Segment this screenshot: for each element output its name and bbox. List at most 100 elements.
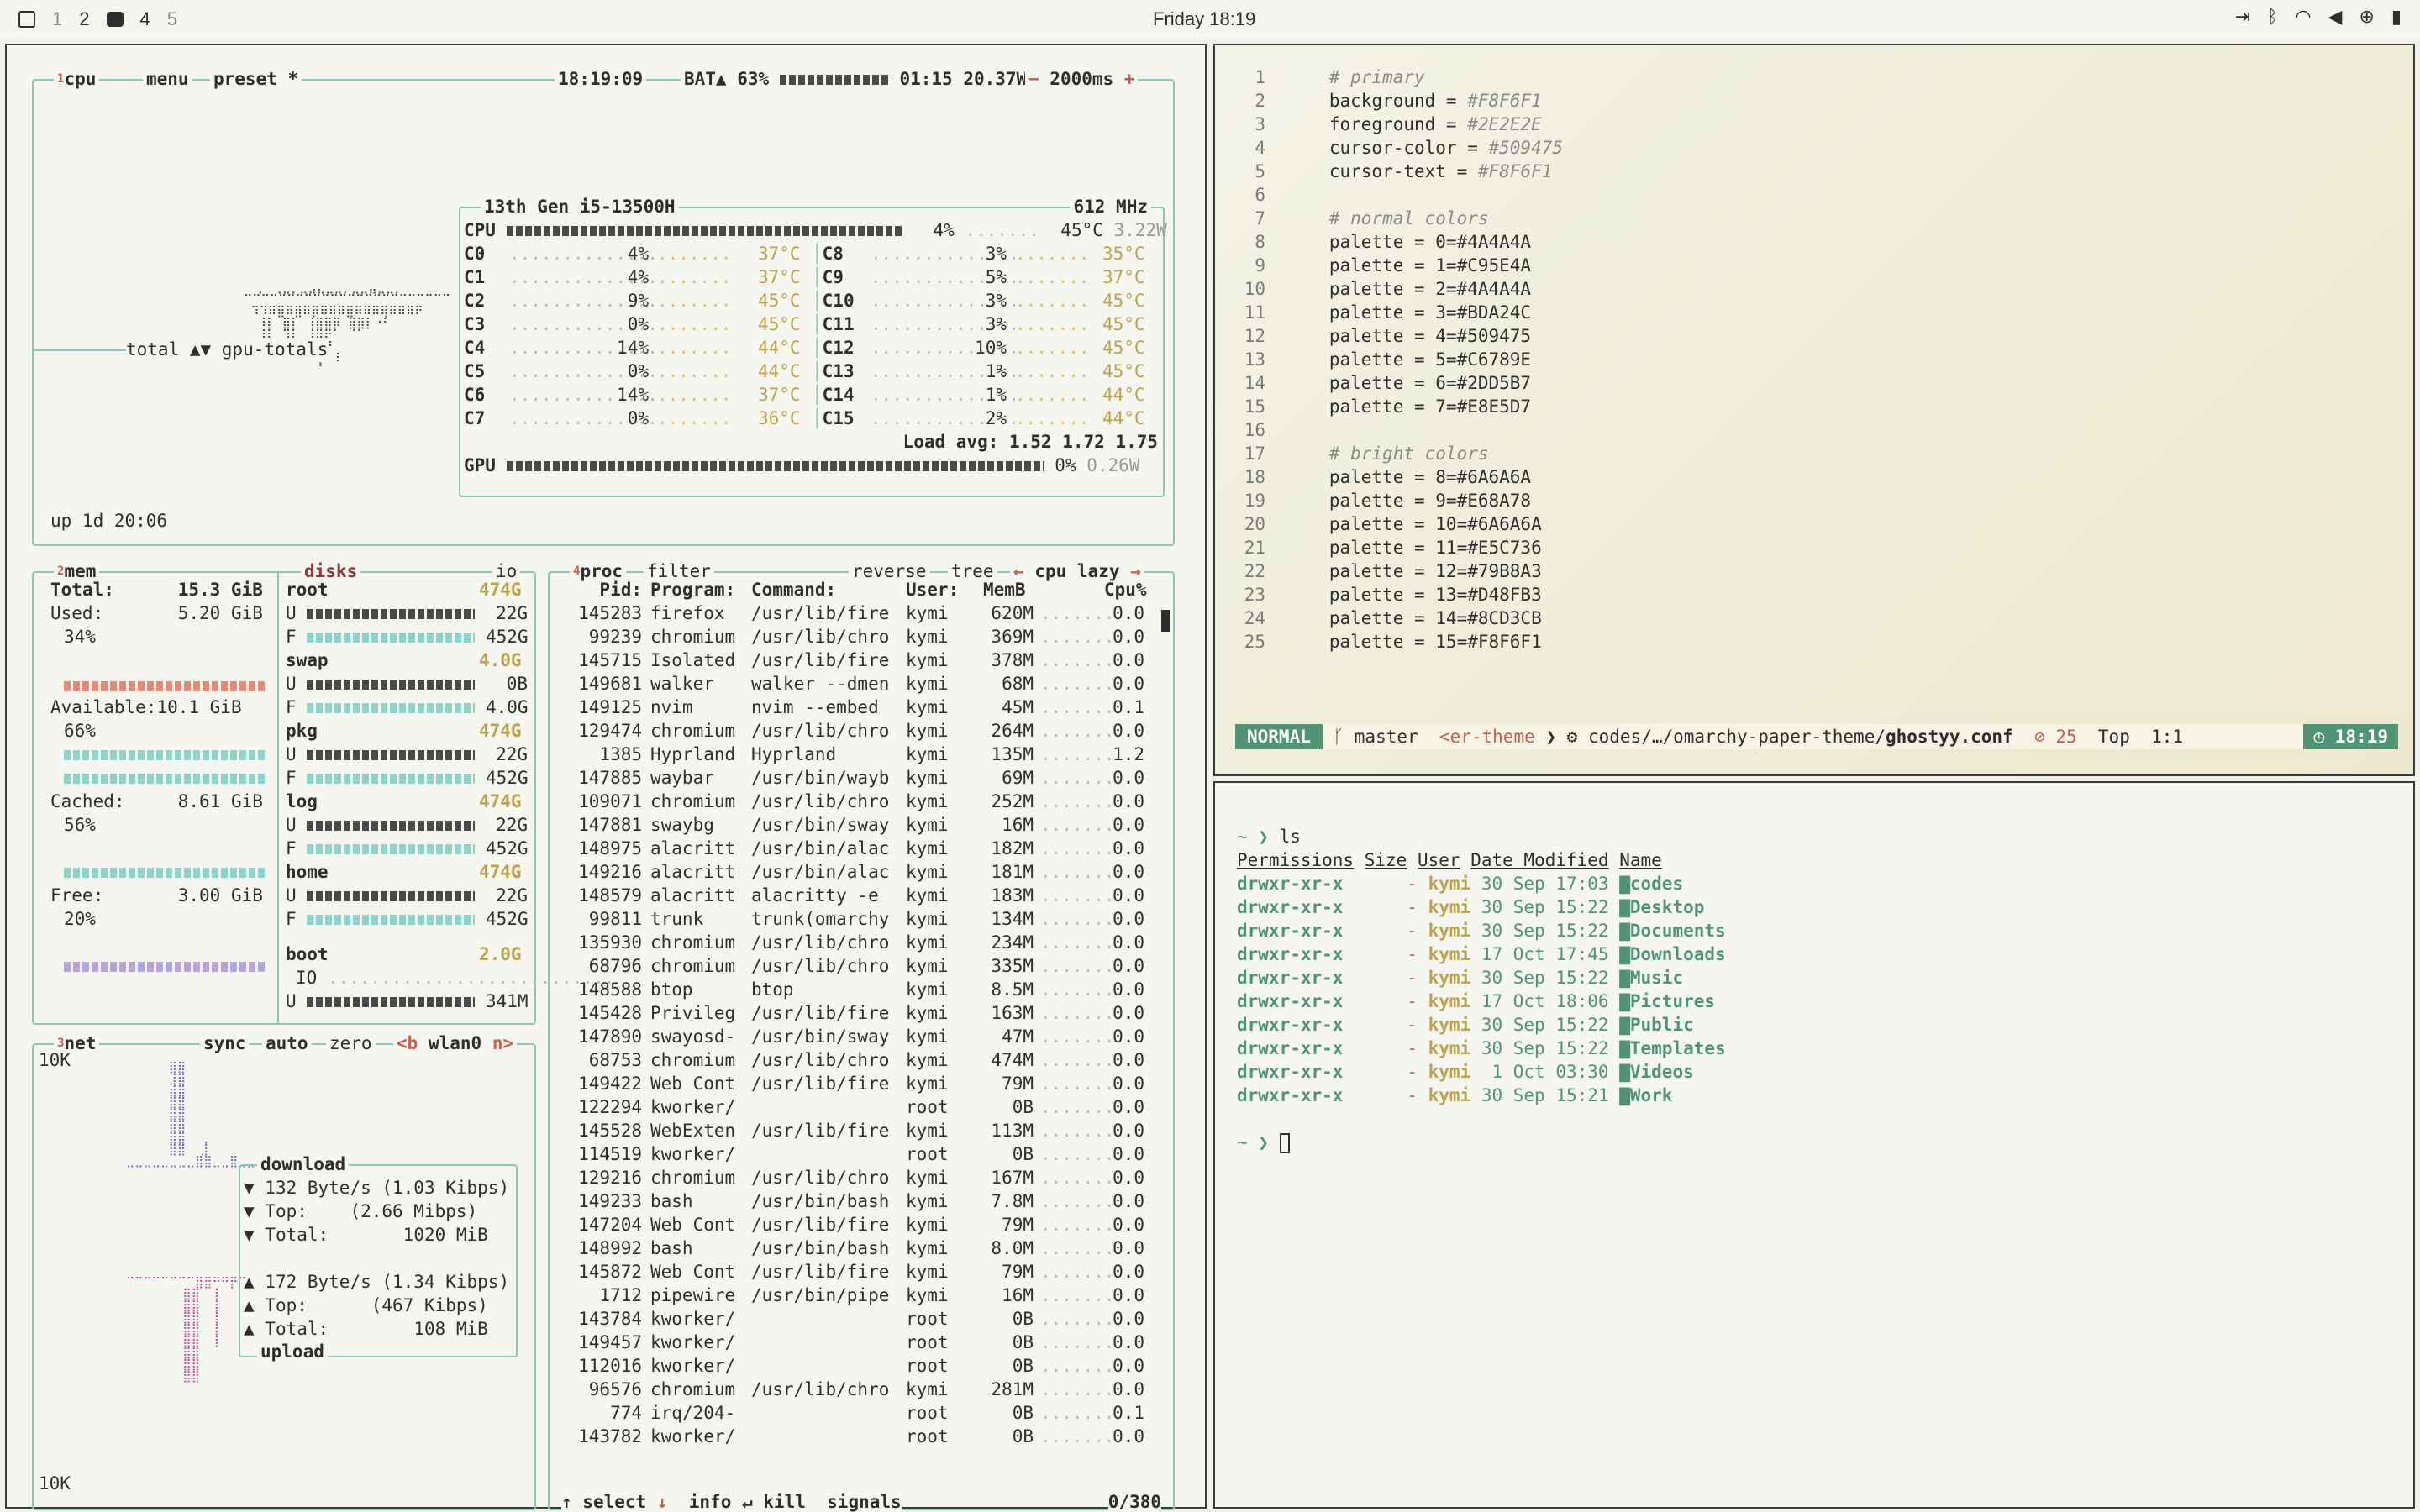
bar-clock[interactable]: Friday 18:19 <box>1153 8 1255 30</box>
cpu-core-row: │C12.............. 10%....... 45°C <box>812 338 1145 358</box>
editor-line: 20 palette = 10=#6A6A6A <box>1244 514 1542 534</box>
cpu-core-row: │C9.............. 5%....... 37°C <box>812 267 1145 287</box>
editor-line: 21 palette = 11=#E5C736 <box>1244 538 1542 558</box>
net-stats-box: download ▼ 132 Byte/s (1.03 Kibps) ▼ Top… <box>239 1153 518 1362</box>
gear-icon: ⚙ <box>1566 727 1578 747</box>
graph-baseline <box>34 349 126 351</box>
mem-cached-pct: 56% <box>64 815 96 835</box>
editor-line: 12 palette = 4=#509475 <box>1244 326 1532 346</box>
workspace-5[interactable]: 5 <box>167 8 177 30</box>
editor-line: 22 palette = 12=#79B8A3 <box>1244 561 1542 581</box>
menu-button[interactable]: menu <box>143 68 192 90</box>
cpu-core-row: C6.............. 14%....... 37°C <box>464 385 801 405</box>
ls-row: drwxr-xr-x - kymi 17 Oct 18:06 ▇Pictures <box>1237 991 1716 1011</box>
branch-suffix: <er-theme <box>1439 727 1535 747</box>
cpu-core-row: C7.............. 0%....... 36°C <box>464 408 801 428</box>
workspace-4[interactable]: 4 <box>140 8 150 30</box>
ls-header: Permissions Size User Date Modified Name <box>1237 850 1662 870</box>
editor-line: 24 palette = 14=#8CD3CB <box>1244 608 1542 628</box>
net-zero-toggle[interactable]: zero <box>326 1032 376 1054</box>
mem-box: 2mem disks io Total: 15.3 GiB Used: 5.20… <box>32 560 614 1025</box>
proc-scrollbar[interactable] <box>1161 610 1170 632</box>
net-auto-toggle[interactable]: auto <box>262 1032 312 1054</box>
download-rate: ▼ 132 Byte/s (1.03 Kibps) <box>244 1178 510 1198</box>
editor-line: 14 palette = 6=#2DD5B7 <box>1244 373 1532 393</box>
disk-used: U 22G <box>286 885 528 906</box>
editor-line: 7 # normal colors <box>1255 208 1489 228</box>
download-total: ▼ Total: 1020 MiB <box>244 1225 488 1245</box>
battery-status: BAT▲ 63% 01:15 20.37W <box>681 68 1031 90</box>
battery-icon[interactable]: ▮ <box>2391 7 2402 28</box>
mem-free-meter <box>64 954 266 978</box>
mem-available-meter-2 <box>64 766 266 790</box>
info-button[interactable]: info <box>689 1492 732 1512</box>
app-launcher-icon[interactable] <box>18 11 35 28</box>
mem-free-pct: 20% <box>64 909 96 929</box>
kill-button[interactable]: kill <box>763 1492 806 1512</box>
editor-line: 6 <box>1255 185 1265 205</box>
select-button[interactable]: ↑ select ↓ <box>561 1492 667 1512</box>
cpu-core-row: │C8.............. 3%....... 35°C <box>812 244 1145 264</box>
graph-label: total ▲▼ gpu-totals <box>126 338 329 361</box>
editor-line: 18 palette = 8=#6A6A6A <box>1244 467 1532 487</box>
wifi-icon[interactable]: ◠ <box>2295 7 2311 28</box>
ls-row: drwxr-xr-x - kymi 30 Sep 17:03 ▇codes <box>1237 874 1684 894</box>
cpu-core-row: C4.............. 14%....... 44°C <box>464 338 801 358</box>
disk-name: home 474G <box>286 862 522 882</box>
nvim-statusline: NORMAL ᚴ master <er-theme ❯ ⚙ codes/…/om… <box>1235 724 2398 749</box>
folder-icon: ▇ <box>1619 1038 1630 1058</box>
logout-icon[interactable]: ⇥ <box>2235 7 2250 28</box>
net-sync-toggle[interactable]: sync <box>200 1032 250 1054</box>
editor-line: 3 foreground = #2E2E2E <box>1255 114 1542 134</box>
cpu-box: 1cpu menu preset * 18:19:09 BAT▲ 63% 01:… <box>32 68 1175 546</box>
net-interface[interactable]: <b wlan0 n> <box>393 1032 518 1054</box>
mem-available-pct: 66% <box>64 721 96 741</box>
cpu-graph: ⡀ ⢀⣀⡀⣀⣠⣄⣀⣀⡀⣀⣀⣤⣀⣀⡀ ⠉⠉⠉⠉⠉⠉⠉⠉⠉⠉⠉⠉⠉⠉⠉⠉⠉⠉⠉⠉⠉⠉… <box>244 281 451 377</box>
cpu-box-title[interactable]: 1cpu <box>54 68 100 90</box>
net-scale-bottom: 10K <box>39 1473 71 1494</box>
mem-cached-meter <box>64 860 266 884</box>
editor-line: 1 # primary <box>1255 67 1425 87</box>
disk-name: log 474G <box>286 791 522 811</box>
cpu-core-row: │C11.............. 3%....... 45°C <box>812 314 1145 334</box>
editor-line: 19 palette = 9=#E68A78 <box>1244 491 1532 511</box>
disk-name: swap 4.0G <box>286 650 522 670</box>
workspace-1[interactable]: 1 <box>52 8 62 30</box>
proc-count: 0/380 <box>1107 1490 1161 1512</box>
system-tray: ⇥ ᛒ ◠ ◀ ⊕ ▮ <box>2235 7 2402 28</box>
workspace-3-active[interactable] <box>106 12 124 27</box>
net-box: 3net sync auto zero <b wlan0 n> 10K 10K … <box>32 1032 536 1510</box>
globe-icon[interactable]: ⊕ <box>2359 7 2374 28</box>
signals-button[interactable]: signals <box>827 1492 902 1512</box>
editor-line: 17 # bright colors <box>1244 444 1489 464</box>
refresh-rate[interactable]: − 2000ms + <box>1025 68 1139 90</box>
bluetooth-icon[interactable]: ᛒ <box>2267 7 2278 28</box>
disk-free: F 4.0G <box>286 697 529 717</box>
ls-row: drwxr-xr-x - kymi 30 Sep 15:22 ▇Document… <box>1237 921 1726 941</box>
terminal-cursor <box>1279 1133 1290 1153</box>
upload-rate: ▲ 172 Byte/s (1.34 Kibps) <box>244 1272 510 1292</box>
cpu-model: 13th Gen i5-13500H <box>481 196 679 218</box>
workspace-2[interactable]: 2 <box>79 8 89 30</box>
cursor-position: 1:1 <box>2151 727 2184 747</box>
mem-cached: Cached: 8.61 GiB <box>50 791 263 811</box>
gpu-row: GPU 0% 0.26W <box>464 455 1140 475</box>
volume-icon[interactable]: ◀ <box>2328 7 2343 28</box>
ls-row: drwxr-xr-x - kymi 30 Sep 15:21 ▇Work <box>1237 1085 1673 1105</box>
uptime: up 1d 20:06 <box>50 511 168 531</box>
btop-window[interactable]: 1cpu menu preset * 18:19:09 BAT▲ 63% 01:… <box>5 44 1207 1512</box>
workspace-switcher: 1 2 4 5 <box>18 8 177 30</box>
disk-boot-used: U 341M <box>286 991 529 1011</box>
nvim-window[interactable]: 1 # primary 2 background = #F8F6F1 3 foreg… <box>1213 44 2415 776</box>
terminal-window[interactable]: ~ ❯ ls Permissions Size User Date Modifi… <box>1213 781 2415 1509</box>
proc-footer: ↑ select ↓ info ↵ kill signals <box>561 1490 902 1512</box>
folder-icon: ▇ <box>1619 874 1630 894</box>
editor-line: 5 cursor-text = #F8F6F1 <box>1255 161 1553 181</box>
ls-row: drwxr-xr-x - kymi 30 Sep 15:22 ▇Template… <box>1237 1038 1726 1058</box>
preset-button[interactable]: preset * <box>210 68 302 90</box>
editor-line: 8 palette = 0=#4A4A4A <box>1255 232 1532 252</box>
cpu-core-row: │C15.............. 2%....... 44°C <box>812 408 1145 428</box>
mem-used: Used: 5.20 GiB <box>50 603 263 623</box>
download-top: ▼ Top: (2.66 Mibps) <box>244 1201 478 1221</box>
terminal-prompt[interactable]: ~ ❯ <box>1237 1131 1290 1154</box>
